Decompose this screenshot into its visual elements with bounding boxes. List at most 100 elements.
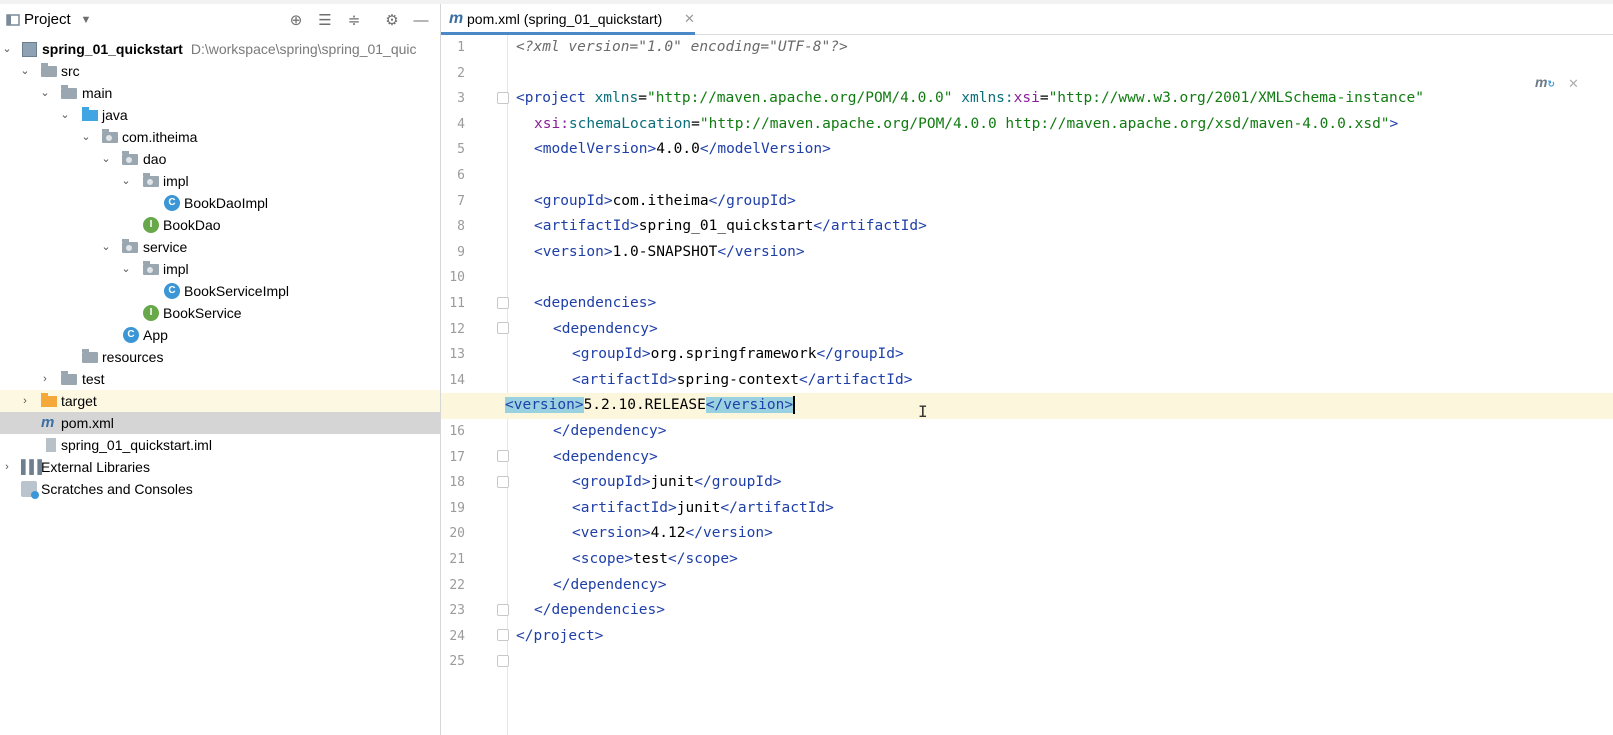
tree-item-module[interactable]: ⌄ spring_01_quickstart D:\workspace\sprin…: [0, 38, 440, 60]
code-line: <groupId>org.springframework</groupId>: [572, 342, 904, 368]
close-icon[interactable]: ✕: [684, 11, 695, 27]
code-line: </dependency>: [553, 573, 667, 599]
tree-item-package-dao-impl[interactable]: ⌄ impl: [0, 170, 440, 192]
chevron-down-icon[interactable]: ⌄: [58, 104, 72, 126]
attribute: xmlns:: [961, 90, 1014, 107]
line-number: 17: [449, 449, 465, 465]
collapse-all-icon[interactable]: ≑: [344, 10, 364, 30]
tag: <version>: [572, 525, 651, 542]
current-code-line: <version>5.2.10.RELEASE</version>: [441, 393, 1613, 419]
tree-item-java[interactable]: ⌄ java: [0, 104, 440, 126]
chevron-down-icon[interactable]: ⌄: [99, 236, 113, 258]
maven-reload-icon[interactable]: m↻: [1535, 74, 1563, 96]
tree-item-label: target: [61, 393, 97, 409]
tree-item-package-com-itheima[interactable]: ⌄ com.itheima: [0, 126, 440, 148]
minimize-icon[interactable]: —: [411, 10, 431, 30]
resources-folder-icon: [82, 349, 98, 363]
class-icon: C: [164, 195, 180, 211]
project-panel-title[interactable]: Project: [24, 11, 71, 28]
iml-file-icon: [46, 438, 56, 452]
tree-item-resources[interactable]: resources: [0, 346, 440, 368]
tree-item-label: BookDao: [163, 217, 221, 233]
expand-all-icon[interactable]: ☰: [315, 10, 335, 30]
chevron-right-icon[interactable]: ›: [38, 368, 52, 390]
tree-item-package-service-impl[interactable]: ⌄ impl: [0, 258, 440, 280]
tree-item-app[interactable]: C App: [0, 324, 440, 346]
chevron-down-icon[interactable]: ⌄: [99, 148, 113, 170]
tree-item-target[interactable]: › target: [0, 390, 440, 412]
tree-item-label: test: [82, 371, 105, 387]
tag: <groupId>: [572, 346, 651, 363]
maven-file-icon: m: [449, 10, 464, 27]
chevron-down-icon[interactable]: ⌄: [38, 82, 52, 104]
chevron-down-icon[interactable]: ⌄: [119, 258, 133, 280]
text: 1.0-SNAPSHOT: [612, 243, 718, 260]
project-view-icon[interactable]: [3, 10, 23, 30]
code-editor[interactable]: <?xml version="1.0" encoding="UTF-8"?> <…: [441, 35, 1613, 735]
tree-item-scratches[interactable]: Scratches and Consoles: [0, 478, 440, 500]
tab-pom-xml[interactable]: m pom.xml (spring_01_quickstart) ✕: [441, 4, 695, 35]
code-line: <version>1.0-SNAPSHOT</version>: [534, 240, 805, 266]
line-number: 11: [449, 296, 465, 311]
tree-item-bookservice[interactable]: I BookService: [0, 302, 440, 324]
line-number: 19: [449, 500, 465, 516]
tree-item-main[interactable]: ⌄ main: [0, 82, 440, 104]
equals: =: [691, 115, 700, 132]
tree-item-package-dao[interactable]: ⌄ dao: [0, 148, 440, 170]
chevron-right-icon[interactable]: ›: [0, 456, 14, 478]
line-number: 13: [449, 347, 465, 363]
tree-item-pom-xml[interactable]: m pom.xml: [0, 412, 440, 434]
editor-gutter[interactable]: 1 2 3 4 5 6 7 8 9 10 11 12 13 14 15 16 1…: [441, 35, 509, 735]
chevron-down-icon[interactable]: ⌄: [0, 38, 14, 60]
project-toolbar: Project ▼ ⊕ ☰ ≑ ⚙ —: [0, 4, 440, 36]
text: junit: [650, 474, 695, 491]
tree-item-package-service[interactable]: ⌄ service: [0, 236, 440, 258]
tree-item-bookdao[interactable]: I BookDao: [0, 214, 440, 236]
tree-item-label: src: [61, 63, 80, 79]
libraries-icon: ▌▌▌: [21, 459, 47, 474]
scratches-icon: [21, 481, 39, 499]
tag: <artifactId>: [572, 499, 677, 516]
tree-item-src[interactable]: ⌄ src: [0, 60, 440, 82]
tree-item-label: spring_01_quickstart.iml: [61, 437, 212, 453]
tree-item-test[interactable]: › test: [0, 368, 440, 390]
line-number: 16: [449, 424, 465, 439]
tree-item-bookdaoimpl[interactable]: C BookDaoImpl: [0, 192, 440, 214]
tree-item-external-libraries[interactable]: › ▌▌▌ External Libraries: [0, 456, 440, 478]
code-line: </dependencies>: [534, 598, 665, 624]
chevron-down-icon[interactable]: ⌄: [18, 60, 32, 82]
gear-icon[interactable]: ⚙: [382, 10, 402, 30]
code-line: <dependencies>: [534, 291, 656, 317]
tree-item-label: main: [82, 85, 113, 101]
close-icon[interactable]: ✕: [1568, 76, 1579, 92]
tree-item-bookserviceimpl[interactable]: C BookServiceImpl: [0, 280, 440, 302]
attribute-value: "http://maven.apache.org/POM/4.0.0": [646, 90, 953, 107]
chevron-down-icon[interactable]: ▼: [76, 10, 96, 30]
tree-item-label: App: [143, 327, 168, 343]
chevron-down-icon[interactable]: ⌄: [79, 126, 93, 148]
line-number: 8: [457, 219, 465, 235]
tag: </project>: [516, 627, 604, 644]
line-number: 9: [457, 244, 465, 260]
code-line: <?xml version="1.0" encoding="UTF-8"?>: [516, 35, 848, 61]
attribute-value: "http://www.w3.org/2001/XMLSchema-instan…: [1048, 90, 1424, 107]
tag: </artifactId>: [813, 218, 927, 235]
tree-item-iml[interactable]: spring_01_quickstart.iml: [0, 434, 440, 456]
tag: <scope>: [572, 551, 634, 567]
tag: </version>: [685, 525, 773, 542]
tag: <artifactId>: [534, 218, 639, 235]
tree-item-label: dao: [143, 151, 167, 167]
code-line: <version>4.12</version>: [572, 521, 773, 547]
chevron-down-icon[interactable]: ⌄: [119, 170, 133, 192]
code-line: </project>: [516, 624, 603, 650]
line-number: 24: [449, 628, 465, 644]
chevron-right-icon[interactable]: ›: [18, 390, 32, 412]
tree-item-label: BookService: [163, 305, 242, 321]
locate-icon[interactable]: ⊕: [286, 10, 306, 30]
line-number: 7: [457, 193, 465, 209]
line-number: 25: [449, 654, 465, 670]
tag: </groupId>: [708, 192, 796, 209]
tag: <version>: [505, 397, 584, 414]
code-line: <artifactId>junit</artifactId>: [572, 496, 834, 522]
